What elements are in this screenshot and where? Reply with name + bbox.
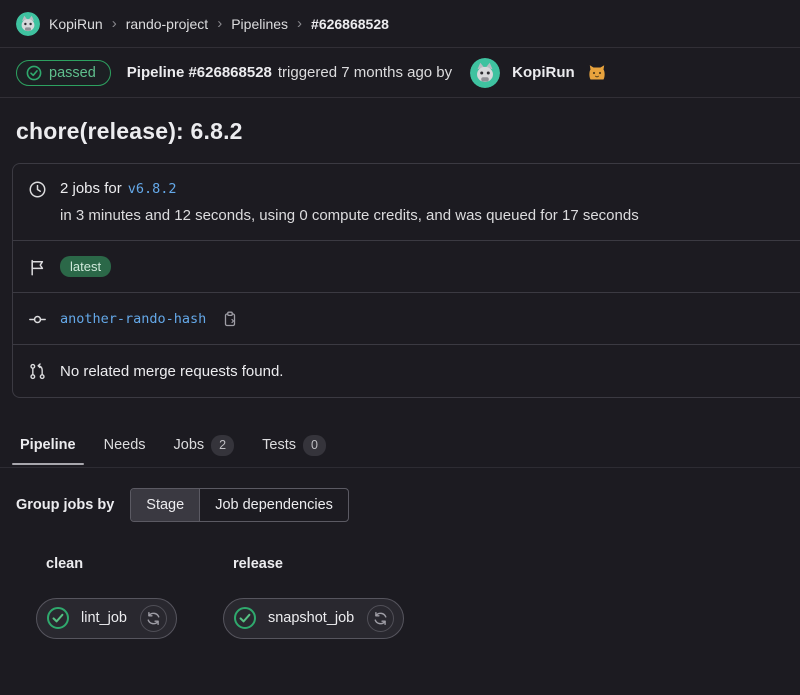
pipeline-tabs: Pipeline Needs Jobs 2 Tests 0 <box>0 424 800 468</box>
retry-job-button[interactable] <box>140 605 167 632</box>
pipeline-title: chore(release): 6.8.2 <box>0 98 800 163</box>
status-badge-label: passed <box>49 65 96 81</box>
clock-icon <box>29 181 46 198</box>
pipeline-trigger-text: Pipeline #626868528 triggered 7 months a… <box>127 64 452 81</box>
avatar-image <box>470 58 500 88</box>
breadcrumb-group[interactable]: KopiRun <box>49 16 103 32</box>
ref-link[interactable]: v6.8.2 <box>128 181 177 197</box>
retry-job-button[interactable] <box>367 605 394 632</box>
user-name[interactable]: KopiRun <box>512 64 574 81</box>
commit-row: another-rando-hash <box>13 293 800 345</box>
latest-row: latest <box>13 241 800 293</box>
jobs-summary-text: 2 jobs for v6.8.2 in 3 minutes and 12 se… <box>60 180 639 224</box>
group-jobs-label: Group jobs by <box>16 497 114 513</box>
job-success-icon <box>233 606 257 630</box>
tab-label: Tests <box>262 437 296 453</box>
copy-icon <box>222 311 238 327</box>
tab-label: Needs <box>104 437 146 453</box>
stage-release: release snapshot_job <box>223 556 404 639</box>
retry-icon <box>373 611 388 626</box>
breadcrumb-project[interactable]: rando-project <box>126 16 209 32</box>
breadcrumb: KopiRun › rando-project › Pipelines › #6… <box>0 0 800 48</box>
group-by-dependencies-button[interactable]: Job dependencies <box>199 489 348 521</box>
pipeline-number: Pipeline #626868528 <box>127 64 272 81</box>
breadcrumb-pipeline-id: #626868528 <box>311 16 389 32</box>
group-jobs-row: Group jobs by Stage Job dependencies <box>0 468 800 522</box>
job-success-icon <box>46 606 70 630</box>
job-lint-job[interactable]: lint_job <box>36 598 177 639</box>
tab-label: Jobs <box>174 437 205 453</box>
jobs-count-text: 2 jobs for <box>60 180 122 197</box>
jobs-count-badge: 2 <box>211 435 234 456</box>
breadcrumb-separator: › <box>297 15 302 32</box>
cat-emoji-icon <box>587 63 607 83</box>
tab-tests[interactable]: Tests 0 <box>258 424 330 467</box>
check-circle-icon <box>26 65 42 81</box>
group-by-stage-button[interactable]: Stage <box>131 489 199 521</box>
retry-icon <box>146 611 161 626</box>
commit-icon <box>29 311 46 328</box>
group-jobs-toggle: Stage Job dependencies <box>130 488 349 522</box>
pipeline-status-bar: passed Pipeline #626868528 triggered 7 m… <box>0 48 800 98</box>
triggered-text: triggered 7 months ago by <box>278 64 452 81</box>
user-avatar[interactable] <box>470 58 500 88</box>
commit-hash-link[interactable]: another-rando-hash <box>60 311 206 327</box>
latest-badge[interactable]: latest <box>60 256 111 277</box>
stage-name: release <box>223 556 404 572</box>
avatar-image <box>16 12 40 36</box>
tab-label: Pipeline <box>20 437 76 453</box>
tab-jobs[interactable]: Jobs 2 <box>170 424 239 467</box>
breadcrumb-separator: › <box>217 15 222 32</box>
pipeline-summary-card: 2 jobs for v6.8.2 in 3 minutes and 12 se… <box>12 163 800 398</box>
jobs-summary-row: 2 jobs for v6.8.2 in 3 minutes and 12 se… <box>13 164 800 241</box>
tab-pipeline[interactable]: Pipeline <box>16 426 80 464</box>
duration-text: in 3 minutes and 12 seconds, using 0 com… <box>60 207 639 224</box>
job-snapshot-job[interactable]: snapshot_job <box>223 598 404 639</box>
tab-needs[interactable]: Needs <box>100 426 150 464</box>
status-badge-passed[interactable]: passed <box>16 60 111 86</box>
merge-request-row: No related merge requests found. <box>13 345 800 397</box>
no-merge-requests-text: No related merge requests found. <box>60 363 283 380</box>
group-avatar[interactable] <box>16 12 40 36</box>
breadcrumb-separator: › <box>112 15 117 32</box>
job-name: lint_job <box>81 610 129 626</box>
flag-icon <box>29 259 46 276</box>
merge-request-icon <box>29 363 46 380</box>
tests-count-badge: 0 <box>303 435 326 456</box>
pipeline-graph: clean lint_job release <box>0 556 800 639</box>
breadcrumb-pipelines[interactable]: Pipelines <box>231 16 288 32</box>
job-name: snapshot_job <box>268 610 356 626</box>
stage-clean: clean lint_job <box>36 556 177 639</box>
stage-name: clean <box>36 556 177 572</box>
copy-commit-button[interactable] <box>222 311 238 327</box>
